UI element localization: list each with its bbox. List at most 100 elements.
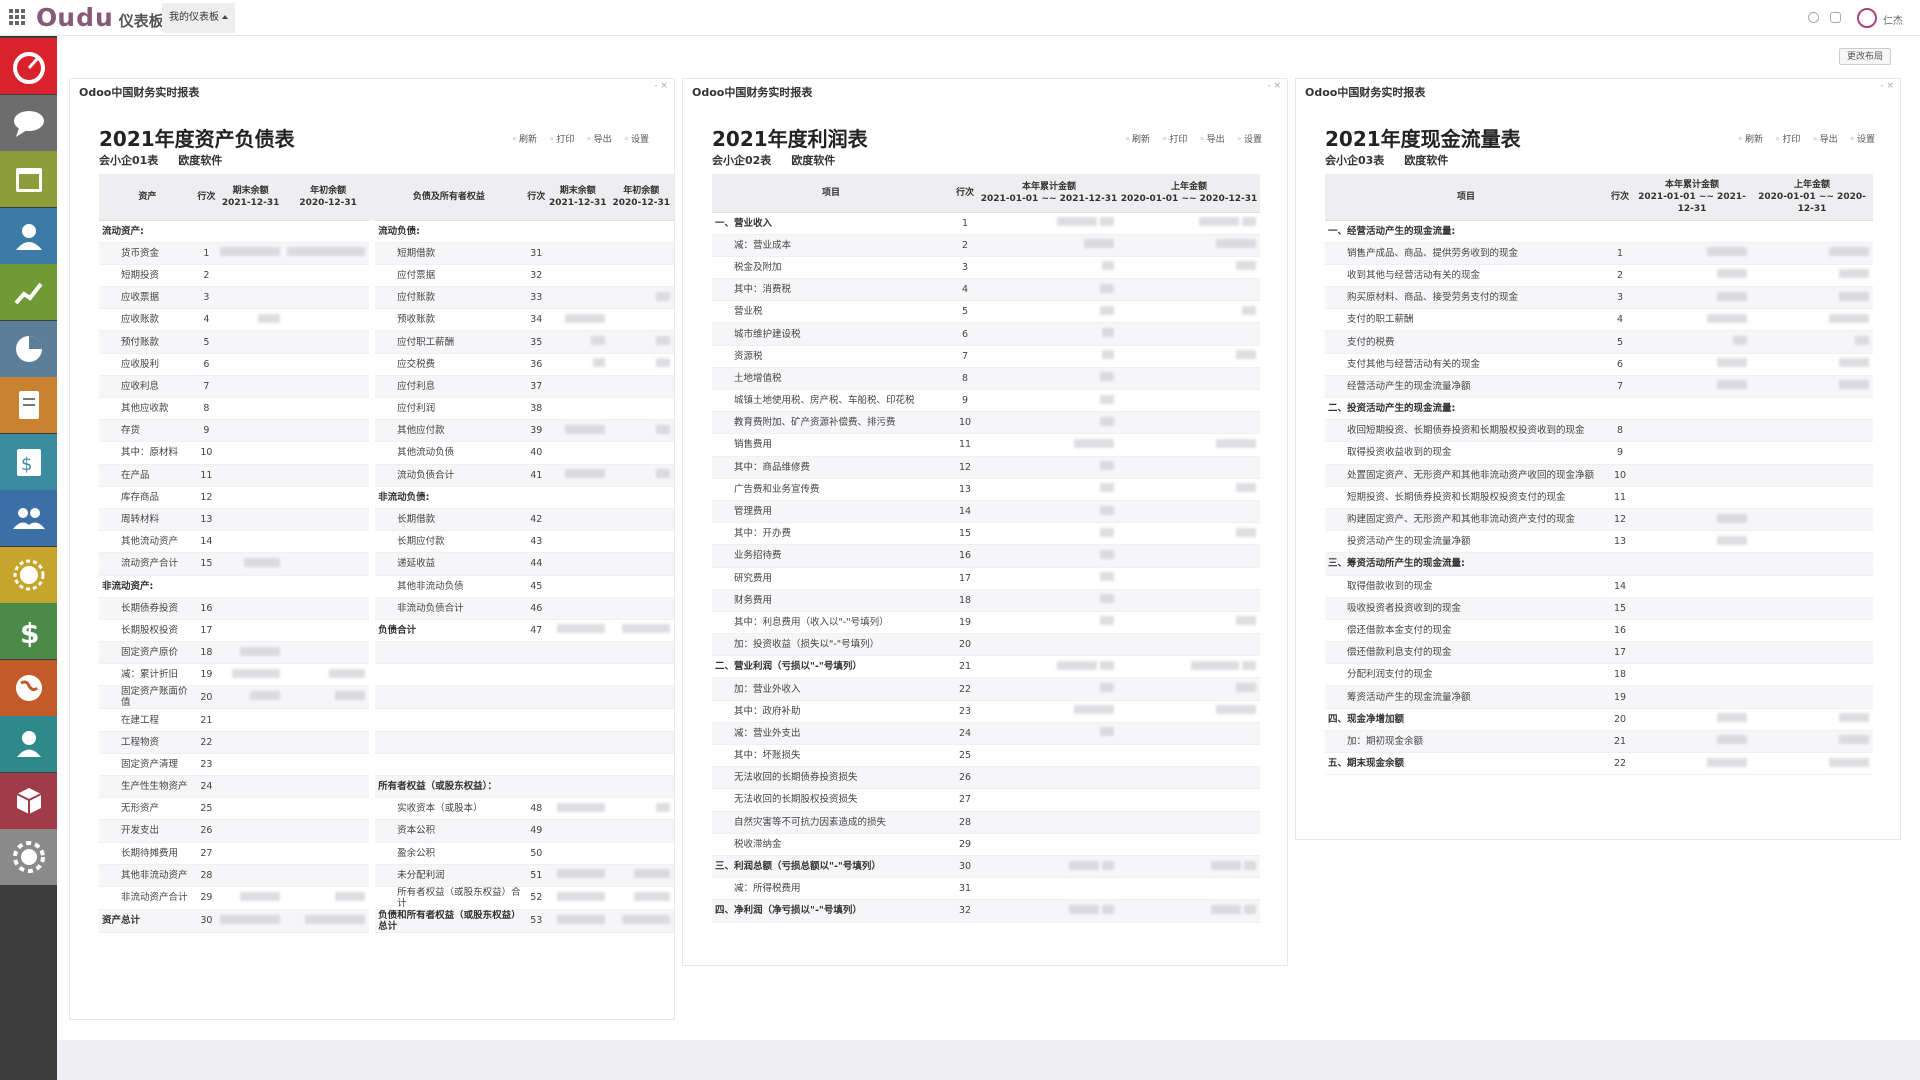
- panel-close-icon[interactable]: - ×: [654, 81, 668, 91]
- blurred-value: [980, 677, 1118, 701]
- table-row: 预付账款 5 应付职工薪酬 35: [99, 330, 674, 354]
- liability-line-number: 41: [525, 464, 547, 487]
- redacted-amount: [1216, 239, 1256, 249]
- item-label: 支付其他与经营活动有关的现金: [1325, 353, 1607, 376]
- blurred-value: [217, 286, 285, 310]
- liability-line-number: 36: [525, 353, 547, 376]
- table-row: 非流动资产合计 29 所有者权益（或股东权益）合计 52: [99, 886, 674, 910]
- line-number: [1607, 397, 1633, 421]
- liability-line-number: 50: [525, 842, 547, 865]
- table-row: 取得借款收到的现金 14: [1325, 575, 1873, 598]
- redacted-amount: [1057, 660, 1097, 670]
- blurred-value: [547, 886, 609, 910]
- item-label: 城市维护建设税: [712, 322, 950, 346]
- table-row: 支付的税费 5: [1325, 330, 1873, 354]
- export-button[interactable]: 导出: [586, 132, 612, 145]
- dollar-icon[interactable]: $: [0, 603, 57, 659]
- item-label: 处置固定资产、无形资产和其他非流动资产收回的现金净额: [1325, 464, 1607, 487]
- panel-close-icon[interactable]: - ×: [1267, 81, 1281, 91]
- settings-button[interactable]: 设置: [1850, 132, 1875, 145]
- liability-line-number: [525, 641, 547, 665]
- employees-icon[interactable]: [0, 490, 57, 546]
- item-label: 购买原材料、商品、接受劳务支付的现金: [1325, 286, 1607, 310]
- change-layout-button[interactable]: 更改布局: [1839, 48, 1892, 65]
- sales-chart-icon[interactable]: [0, 264, 57, 320]
- print-button[interactable]: 打印: [549, 132, 574, 145]
- blurred-value: [284, 909, 373, 933]
- apps-menu-icon[interactable]: [9, 9, 25, 25]
- settings-button[interactable]: 设置: [624, 132, 649, 145]
- liability-item-label: 负债和所有者权益（或股东权益）总计: [369, 909, 526, 933]
- chat-icon[interactable]: [0, 94, 57, 151]
- item-label: 加：投资收益（损失以"-"号填列）: [712, 633, 950, 657]
- redacted-amount: [1242, 217, 1256, 227]
- dashboard-icon[interactable]: [0, 38, 57, 94]
- redacted-amount: [1100, 549, 1114, 559]
- app-logo[interactable]: Oudu 仪表板: [36, 3, 164, 33]
- asset-item-label: 无形资产: [99, 797, 196, 821]
- user-icon[interactable]: [0, 716, 57, 772]
- refresh-button[interactable]: 刷新: [1738, 132, 1763, 145]
- asset-line-number: 21: [195, 708, 218, 732]
- table-row: 购买原材料、商品、接受劳务支付的现金 3: [1325, 286, 1873, 310]
- inventory-icon[interactable]: [0, 772, 57, 829]
- activity-icon[interactable]: [1808, 12, 1819, 23]
- balance-sheet-table: 资产 行次 期末余额 2021-12-31 年初余额 2020-12-31 负债及所…: [99, 174, 674, 933]
- line-number: 19: [1607, 685, 1633, 709]
- asset-line-number: 3: [195, 286, 218, 310]
- liability-line-number: 32: [525, 264, 547, 288]
- calendar-icon[interactable]: [0, 151, 57, 207]
- dashboard-menu[interactable]: 我的仪表板: [162, 3, 235, 33]
- asset-item-label: 固定资产清理: [99, 753, 196, 777]
- table-row: 取得投资收益收到的现金 9: [1325, 441, 1873, 465]
- redacted-amount: [1236, 483, 1256, 493]
- export-button[interactable]: 导出: [1199, 132, 1225, 145]
- document-icon[interactable]: [0, 377, 57, 433]
- redacted-amount: [240, 891, 281, 901]
- line-number: 16: [1607, 619, 1633, 643]
- print-button[interactable]: 打印: [1162, 132, 1187, 145]
- settings-button[interactable]: 设置: [1237, 132, 1262, 145]
- line-number: 4: [950, 278, 980, 302]
- table-row: 加：投资收益（损失以"-"号填列） 20: [712, 633, 1260, 657]
- settings-icon[interactable]: [0, 829, 57, 885]
- blurred-value: [608, 530, 674, 554]
- export-button[interactable]: 导出: [1812, 132, 1838, 145]
- asset-line-number: 22: [195, 731, 218, 754]
- report-toolbar: 刷新打印导出设置: [512, 132, 649, 145]
- contacts-icon[interactable]: [0, 207, 57, 264]
- line-number: 1: [950, 212, 980, 235]
- col-current-year: 本年累计金额 2021-01-01 ~~ 2021-12-31: [1633, 174, 1751, 221]
- asset-line-number: 30: [195, 909, 218, 933]
- redacted-amount: [656, 291, 670, 301]
- panel-close-icon[interactable]: - ×: [1880, 81, 1894, 91]
- liability-item-label: 流动负债:: [369, 220, 526, 243]
- blurred-value: [284, 264, 373, 288]
- blurred-value: [608, 731, 674, 754]
- table-row: 生产性生物资产 24 所有者权益（或股东权益）：: [99, 775, 674, 799]
- line-number: 11: [1607, 486, 1633, 509]
- user-name[interactable]: 仁杰: [1883, 12, 1903, 27]
- report-subtitle: 会小企01表 欧度软件: [99, 152, 242, 168]
- col-line: 行次: [1607, 174, 1633, 221]
- liability-item-label: 其他非流动负债: [369, 575, 526, 598]
- user-avatar[interactable]: [1857, 8, 1877, 28]
- redacted-amount: [1069, 904, 1099, 914]
- line-number: 15: [950, 522, 980, 546]
- pie-chart-icon[interactable]: [0, 320, 57, 377]
- blurred-value: [217, 597, 285, 620]
- table-row: 无法收回的长期股权投资损失 27: [712, 788, 1260, 812]
- print-button[interactable]: 打印: [1775, 132, 1800, 145]
- invoice-icon[interactable]: $: [0, 433, 57, 490]
- redacted-amount: [556, 624, 605, 634]
- liability-item-label: 递延收益: [369, 552, 526, 576]
- refresh-button[interactable]: 刷新: [512, 132, 537, 145]
- line-number: 5: [1607, 330, 1633, 354]
- sun-icon[interactable]: [0, 546, 57, 603]
- refresh-button[interactable]: 刷新: [1125, 132, 1150, 145]
- chat-icon[interactable]: [1830, 12, 1841, 23]
- website-icon[interactable]: [0, 659, 57, 716]
- blurred-value: [1633, 308, 1751, 332]
- svg-text:$: $: [21, 454, 32, 475]
- liability-item-label: 所有者权益（或股东权益）：: [369, 775, 526, 799]
